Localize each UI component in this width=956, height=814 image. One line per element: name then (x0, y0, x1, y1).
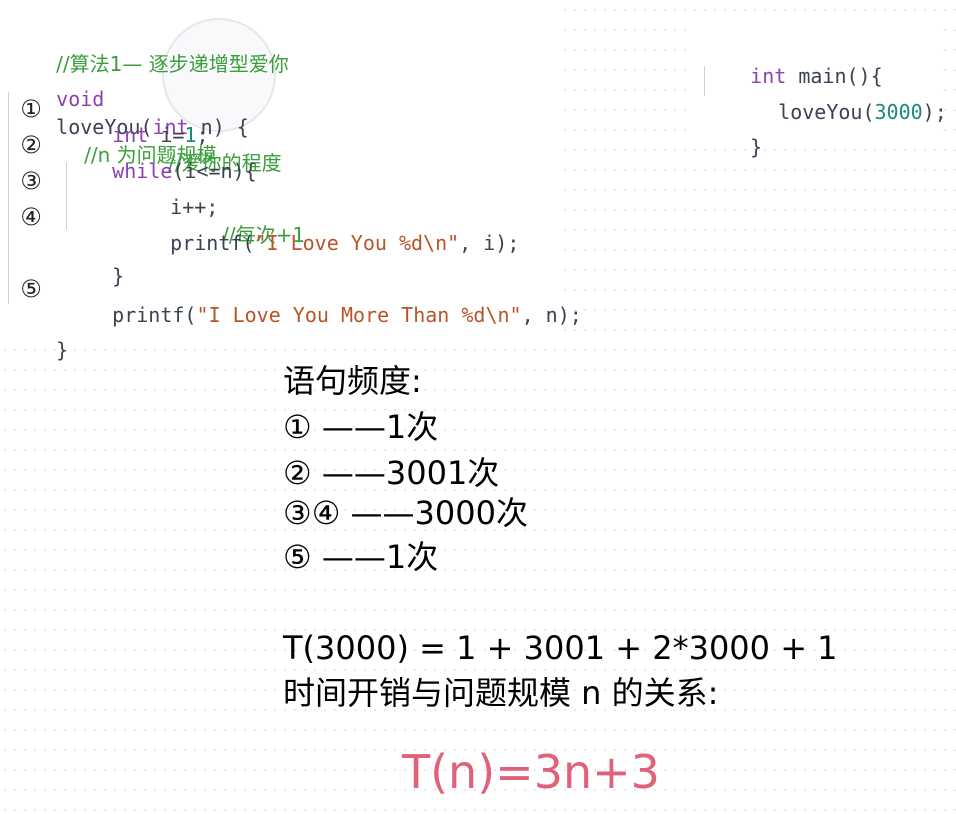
brace: } (56, 338, 69, 362)
function-close-brace: } (8, 308, 68, 392)
frequency-item-3: ③④ ——3000次 (283, 494, 528, 532)
main-function-panel: int main(){ loveYou(3000); } (690, 26, 947, 159)
main-close-brace: } (702, 105, 762, 189)
marker-2: ② (20, 131, 42, 159)
string-literal: "I Love You %d\n" (254, 231, 460, 255)
string-literal: "I Love You More Than %d\n" (196, 303, 522, 327)
frequency-item-2: ② ——3001次 (283, 454, 500, 492)
block-guide-outer (8, 92, 9, 304)
brace: } (750, 135, 763, 159)
main-call-line: loveYou(3000); (730, 70, 947, 154)
time-complexity-formula: T(n)=3n+3 (402, 745, 660, 799)
marker-5: ⑤ (20, 275, 42, 303)
marker-3: ③ (20, 167, 42, 195)
t3000-expression: T(3000) = 1 + 3001 + 2*3000 + 1 (283, 629, 838, 667)
relation-label: 时间开销与问题规模 n 的关系: (283, 674, 719, 712)
frequency-item-4: ⑤ ——1次 (283, 538, 439, 576)
frequency-item-1: ① ——1次 (283, 408, 439, 446)
frequency-title: 语句频度: (283, 362, 422, 400)
function-call: printf( (112, 303, 197, 327)
code-tail: , n); (521, 303, 582, 327)
function-call: printf( (170, 231, 255, 255)
code-panel: //算法1— 逐步递增型爱你 void loveYou(int n) { //n… (0, 0, 582, 362)
marker-1: ① (20, 95, 42, 123)
code-tail: , i); (459, 231, 520, 255)
marker-4: ④ (20, 203, 42, 231)
call-tail: ); (922, 100, 947, 124)
main-block-guide (704, 66, 705, 96)
call-name: loveYou( (778, 100, 875, 124)
call-arg: 3000 (874, 100, 923, 124)
code-line-5: printf("I Love You More Than %d\n", n); (64, 273, 582, 357)
